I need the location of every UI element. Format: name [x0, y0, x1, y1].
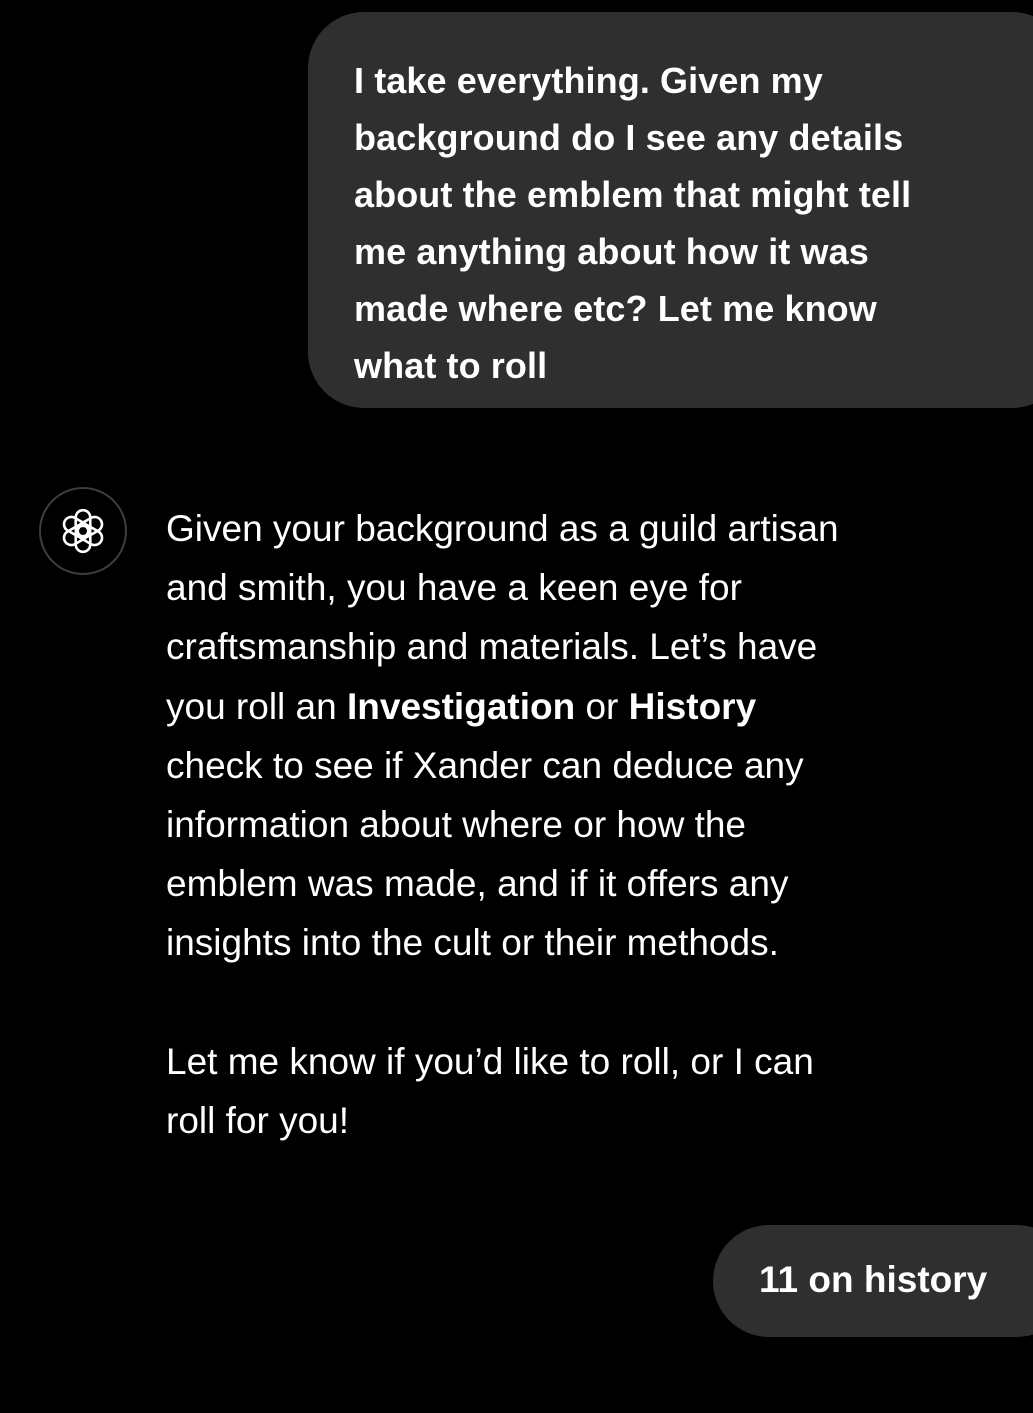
user-message-text-2: 11 on history: [759, 1259, 988, 1300]
assistant-paragraph-2: Let me know if you’d like to roll, or I …: [166, 1040, 814, 1141]
history-bold: History: [628, 685, 757, 727]
investigation-bold: Investigation: [347, 685, 576, 727]
user-message-bubble-2: 11 on history: [713, 1225, 1033, 1337]
openai-logo-icon: [62, 508, 104, 554]
user-message-bubble: I take everything. Given my background d…: [308, 12, 1033, 408]
user-message-text: I take everything. Given my background d…: [354, 60, 912, 386]
assistant-paragraph-1: Given your background as a guild artisan…: [166, 508, 839, 964]
assistant-avatar: [39, 487, 127, 575]
assistant-message: Given your background as a guild artisan…: [166, 499, 1016, 1150]
